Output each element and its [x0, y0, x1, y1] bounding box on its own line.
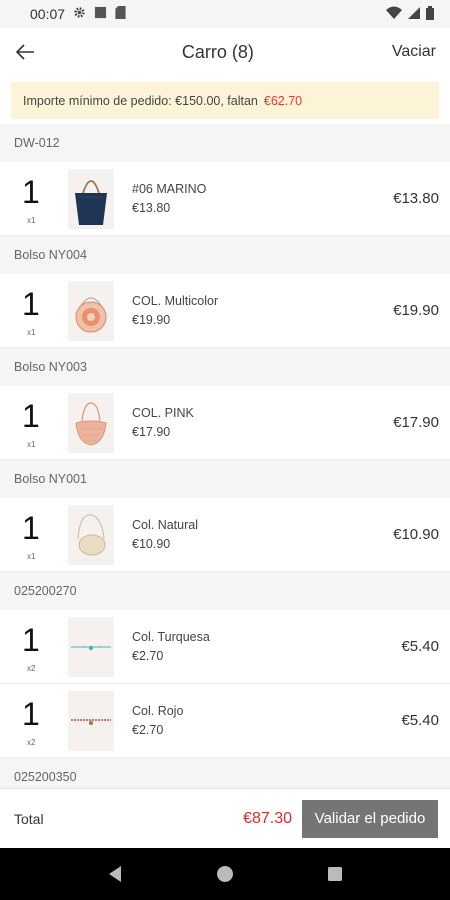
- quantity-value: 1: [22, 286, 40, 322]
- group-header: Bolso NY004: [0, 236, 450, 274]
- notice-missing-amount: €62.70: [263, 93, 303, 108]
- item-total: €19.90: [393, 302, 439, 319]
- crossbody-bag-image: [77, 513, 106, 555]
- quantity: 1 x1: [0, 498, 68, 571]
- item-total: €17.90: [393, 414, 439, 431]
- quantity-value: 1: [22, 174, 40, 210]
- round-bag-image: [75, 297, 107, 332]
- minimum-order-notice: Importe mínimo de pedido: €150.00, falta…: [11, 82, 439, 119]
- product-thumbnail: [68, 690, 114, 751]
- quantity-multiplier: x1: [27, 552, 36, 561]
- item-total: €13.80: [393, 190, 439, 207]
- quantity-multiplier: x1: [27, 216, 36, 225]
- quantity-multiplier: x2: [27, 738, 36, 747]
- battery-icon: [426, 5, 434, 23]
- total-label: Total: [14, 810, 44, 827]
- quantity-multiplier: x2: [27, 664, 36, 673]
- app-bar: Carro (8) Vaciar: [0, 28, 450, 76]
- net-bag-image: [75, 401, 107, 446]
- group-header: 025200350: [0, 758, 450, 790]
- circle-home-icon: [217, 866, 233, 882]
- notification-square-icon: [94, 6, 107, 22]
- product-thumbnail: [68, 504, 114, 565]
- nav-back-button[interactable]: [100, 859, 130, 889]
- group-header: Bolso NY001: [0, 460, 450, 498]
- product-thumbnail: [68, 392, 114, 453]
- quantity: 1 x2: [0, 610, 68, 683]
- status-right: [386, 5, 434, 23]
- status-time: 00:07: [30, 6, 66, 22]
- cart-item[interactable]: 1 x2 Col. Rojo €2.70 €5.40: [0, 684, 450, 758]
- total-amount: €87.30: [243, 809, 292, 827]
- quantity-value: 1: [22, 622, 40, 658]
- square-recents-icon: [328, 867, 342, 881]
- quantity: 1 x2: [0, 684, 68, 757]
- arrow-left-icon: [15, 44, 34, 60]
- wifi-icon: [386, 6, 402, 22]
- quantity-value: 1: [22, 696, 40, 732]
- item-total: €5.40: [401, 712, 439, 729]
- quantity: 1 x1: [0, 162, 68, 235]
- item-total: €5.40: [401, 638, 439, 655]
- signal-icon: [408, 6, 420, 22]
- red-bracelet-image: [71, 718, 111, 725]
- cart-list[interactable]: DW-012 1 x1 #06 MARINO €13.80 €13.80 Bol…: [0, 124, 450, 790]
- cart-item[interactable]: 1 x1 Col. Natural €10.90 €10.90: [0, 498, 450, 572]
- cart-item[interactable]: 1 x1 #06 MARINO €13.80 €13.80: [0, 162, 450, 236]
- quantity-value: 1: [22, 398, 40, 434]
- notice-text: Importe mínimo de pedido: €150.00, falta…: [23, 93, 258, 108]
- product-thumbnail: [68, 280, 114, 341]
- cart-item[interactable]: 1 x2 Col. Turquesa €2.70 €5.40: [0, 610, 450, 684]
- nav-recents-button[interactable]: [320, 859, 350, 889]
- nav-home-button[interactable]: [210, 859, 240, 889]
- quantity-multiplier: x1: [27, 328, 36, 337]
- system-nav-bar: [0, 848, 450, 900]
- empty-cart-button[interactable]: Vaciar: [392, 43, 436, 61]
- group-header: Bolso NY003: [0, 348, 450, 386]
- status-bar: 00:07: [0, 0, 450, 28]
- turquoise-bracelet-image: [71, 645, 111, 650]
- status-left: 00:07: [30, 6, 126, 22]
- group-header: 025200270: [0, 572, 450, 610]
- quantity: 1 x1: [0, 386, 68, 459]
- checkout-footer: Total €87.30 Validar el pedido: [0, 788, 450, 848]
- cart-item[interactable]: 1 x1 COL. PINK €17.90 €17.90: [0, 386, 450, 460]
- product-thumbnail: [68, 168, 114, 229]
- page-title: Carro (8): [181, 41, 254, 62]
- item-total: €10.90: [393, 526, 439, 543]
- product-thumbnail: [68, 616, 114, 677]
- tote-bag-image: [75, 179, 107, 225]
- quantity: 1 x1: [0, 274, 68, 347]
- cart-item[interactable]: 1 x1 COL. Multicolor €19.90 €19.90: [0, 274, 450, 348]
- settings-gear-icon: [73, 6, 86, 22]
- back-button[interactable]: [14, 37, 44, 67]
- group-header: DW-012: [0, 124, 450, 162]
- sim-card-icon: [115, 6, 126, 22]
- validate-order-button[interactable]: Validar el pedido: [302, 799, 438, 838]
- quantity-multiplier: x1: [27, 440, 36, 449]
- triangle-back-icon: [109, 866, 121, 882]
- quantity-value: 1: [22, 510, 40, 546]
